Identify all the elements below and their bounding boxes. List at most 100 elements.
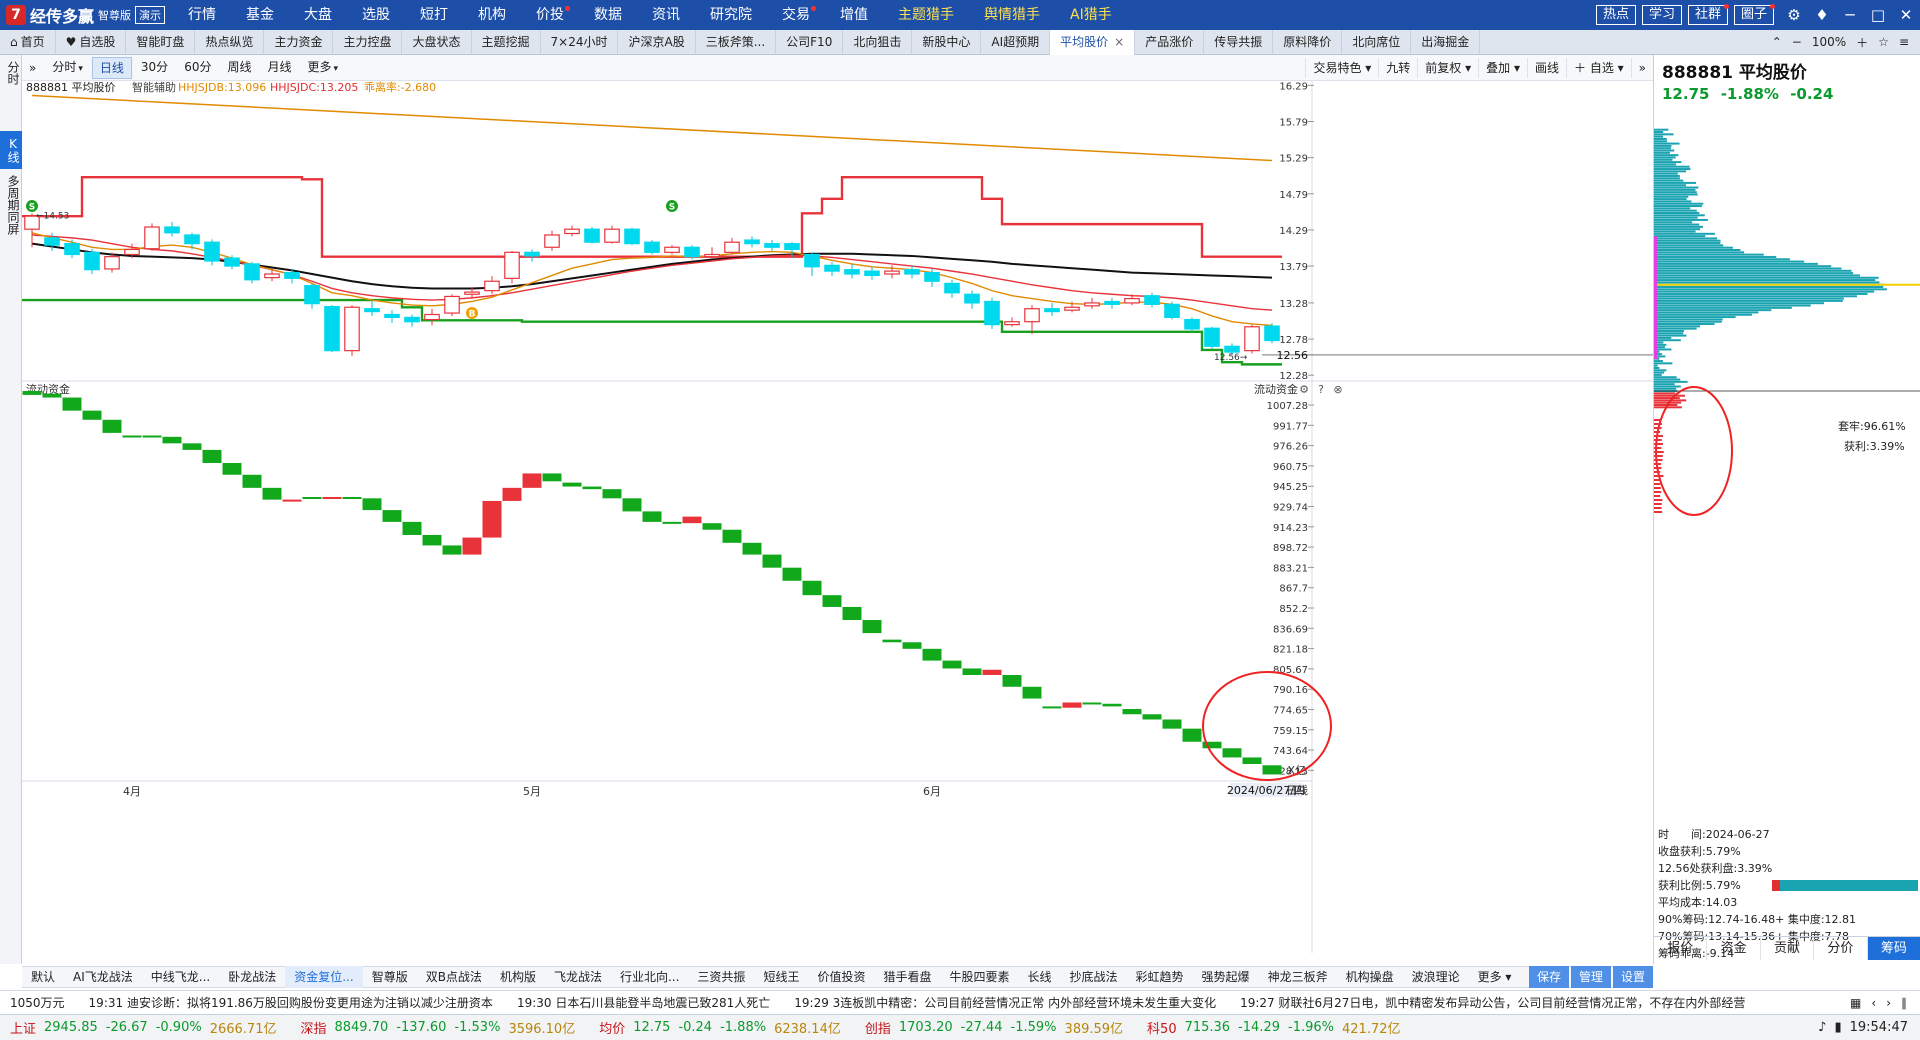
strategy-tab[interactable]: 中线飞龙... bbox=[142, 966, 219, 988]
chart-tool-button[interactable]: 九转 bbox=[1378, 57, 1417, 78]
period-tab[interactable]: 更多 ▾ bbox=[301, 57, 346, 79]
index-quote[interactable]: 创指 1703.20 -27.44 -1.59% 389.59亿 bbox=[855, 1018, 1137, 1037]
period-tab[interactable]: 60分 bbox=[177, 57, 218, 79]
strategy-tab[interactable]: 三资共振 bbox=[688, 966, 754, 988]
sub-help-icon[interactable]: ? bbox=[1318, 383, 1324, 396]
page-tab[interactable]: 北向席位 bbox=[1342, 29, 1412, 55]
strategy-tab[interactable]: 机构操盘 bbox=[1337, 966, 1403, 988]
top-pill-button[interactable]: 热点 bbox=[1595, 5, 1636, 25]
page-tab[interactable]: 智能盯盘 bbox=[126, 29, 196, 55]
collapse-chevron-icon[interactable]: » bbox=[22, 58, 43, 78]
strategy-tab[interactable]: 智尊版 bbox=[363, 966, 417, 988]
page-tab[interactable]: ⌂ 首页 bbox=[0, 29, 56, 55]
close-tab-icon[interactable]: × bbox=[1114, 35, 1124, 49]
index-quote[interactable]: 上证 2945.85 -26.67 -0.90% 2666.71亿 bbox=[0, 1018, 290, 1037]
menu-item[interactable]: 交易 bbox=[767, 0, 825, 30]
vertical-tab[interactable]: K线 bbox=[0, 131, 22, 169]
page-tab[interactable]: 产品涨价 bbox=[1135, 29, 1205, 55]
strategy-tab[interactable]: 抄底战法 bbox=[1061, 966, 1127, 988]
chart-tool-button[interactable]: ＋ 自选 ▾ bbox=[1566, 57, 1631, 78]
period-tab[interactable]: 日线 bbox=[91, 56, 132, 79]
menu-item[interactable]: 研究院 bbox=[695, 0, 767, 30]
strategy-tab[interactable]: 飞龙战法 bbox=[545, 966, 611, 988]
menu-item[interactable]: 主题猎手 bbox=[883, 0, 969, 30]
menu-item[interactable]: 选股 bbox=[347, 0, 405, 30]
strategy-tab[interactable]: 默认 bbox=[22, 966, 64, 988]
strategy-tab[interactable]: 牛股四要素 bbox=[940, 966, 1018, 988]
menu-item[interactable]: 机构 bbox=[463, 0, 521, 30]
expand-chevron-icon[interactable]: » bbox=[1630, 57, 1653, 78]
strategy-tab[interactable]: 卧龙战法 bbox=[219, 966, 285, 988]
top-pill-button[interactable]: 学习 bbox=[1641, 5, 1682, 25]
news-item[interactable]: 19:31 迪安诊断：拟将191.86万股回购股份变更用途为注销以减少注册资本 bbox=[79, 994, 507, 1011]
page-tab[interactable]: 热点纵览 bbox=[195, 29, 265, 55]
close-icon[interactable]: ✕ bbox=[1892, 6, 1920, 24]
vertical-tab[interactable]: 分时 bbox=[0, 55, 22, 91]
panel-tab[interactable]: 分价 bbox=[1814, 937, 1868, 960]
top-pill-button[interactable]: 圈子 bbox=[1733, 4, 1775, 25]
strategy-tab[interactable]: 价值投资 bbox=[808, 966, 874, 988]
strategy-tab[interactable]: 神龙三板斧 bbox=[1259, 966, 1337, 988]
strategy-tab[interactable]: 猎手看盘 bbox=[874, 966, 940, 988]
period-tab[interactable]: 月线 bbox=[260, 57, 298, 79]
menu-item[interactable]: 大盘 bbox=[289, 0, 347, 30]
strategy-action-button[interactable]: 保存 bbox=[1528, 966, 1569, 988]
menu-item[interactable]: 短打 bbox=[405, 0, 463, 30]
strategy-tab[interactable]: 长线 bbox=[1019, 966, 1061, 988]
menu-item[interactable]: 舆情猎手 bbox=[969, 0, 1055, 30]
strategy-action-button[interactable]: 设置 bbox=[1612, 966, 1653, 988]
panel-tab[interactable]: 筹码 bbox=[1867, 937, 1920, 960]
menu-item[interactable]: AI猎手 bbox=[1055, 0, 1127, 30]
page-tab[interactable]: 7×24小时 bbox=[541, 29, 619, 55]
page-tab[interactable]: 北向狙击 bbox=[843, 29, 913, 55]
period-tab[interactable]: 分时 ▾ bbox=[45, 57, 90, 79]
strategy-tab[interactable]: AI飞龙战法 bbox=[64, 966, 142, 988]
panel-tab[interactable]: 资金 bbox=[1707, 937, 1761, 960]
menu-item[interactable]: 增值 bbox=[825, 0, 883, 30]
menu-item[interactable]: 数据 bbox=[579, 0, 637, 30]
strategy-tab[interactable]: 强势起爆 bbox=[1193, 966, 1259, 988]
chart-tool-button[interactable]: 交易特色 ▾ bbox=[1305, 57, 1378, 78]
page-tab[interactable]: 主力控盘 bbox=[333, 29, 403, 55]
menu-item[interactable]: 行情 bbox=[173, 0, 231, 30]
strategy-tab[interactable]: 行业北向... bbox=[611, 966, 688, 988]
news-item[interactable]: 1050万元 bbox=[0, 994, 79, 1011]
chart-tool-button[interactable]: 叠加 ▾ bbox=[1478, 57, 1527, 78]
page-tab[interactable]: 传导共振 bbox=[1204, 29, 1274, 55]
strategy-tab[interactable]: 资金复位... bbox=[285, 966, 363, 988]
menu-item[interactable]: 资讯 bbox=[637, 0, 695, 30]
page-tab[interactable]: 沪深京A股 bbox=[618, 29, 696, 55]
page-tab[interactable]: 新股中心 bbox=[912, 29, 982, 55]
vertical-tab[interactable]: 多周期同屏 bbox=[0, 169, 22, 241]
minimize-icon[interactable]: ─ bbox=[1836, 6, 1864, 24]
chevron-left-icon[interactable]: ‹ bbox=[1871, 996, 1876, 1010]
strategy-action-button[interactable]: 管理 bbox=[1570, 966, 1611, 988]
page-tab[interactable]: 主题挖掘 bbox=[472, 29, 541, 55]
menu-item[interactable]: 价投 bbox=[521, 0, 579, 30]
news-item[interactable]: 19:30 日本石川县能登半岛地震已致281人死亡 bbox=[507, 994, 784, 1011]
settings-icon[interactable]: ⚙ bbox=[1780, 6, 1808, 24]
page-tab[interactable]: 三板斧策... bbox=[696, 29, 777, 55]
period-tab[interactable]: 周线 bbox=[220, 57, 258, 79]
page-tab[interactable]: 公司F10 bbox=[776, 29, 844, 55]
page-tab[interactable]: 原料降价 bbox=[1273, 29, 1343, 55]
page-tab[interactable]: 出海掘金 bbox=[1411, 29, 1481, 55]
page-tab[interactable]: ♥ 自选股 bbox=[56, 29, 127, 55]
panel-tab[interactable]: 贡献 bbox=[1761, 937, 1815, 960]
strategy-tab[interactable]: 双B点战法 bbox=[417, 966, 491, 988]
strategy-tab[interactable]: 机构版 bbox=[491, 966, 545, 988]
chevron-right-icon[interactable]: › bbox=[1886, 996, 1891, 1010]
chart-tool-button[interactable]: 前复权 ▾ bbox=[1417, 57, 1478, 78]
index-quote[interactable]: 科50 715.36 -14.29 -1.96% 421.72亿 bbox=[1137, 1018, 1414, 1037]
grid-icon[interactable]: ▦ bbox=[1850, 996, 1861, 1010]
star-icon[interactable]: ☆ bbox=[1878, 35, 1889, 49]
plus-icon[interactable]: ＋ bbox=[1856, 34, 1868, 51]
period-tab[interactable]: 30分 bbox=[134, 57, 175, 79]
strategy-tab[interactable]: 彩虹趋势 bbox=[1127, 966, 1193, 988]
strategy-tab[interactable]: 波浪理论 bbox=[1403, 966, 1469, 988]
index-quote[interactable]: 深指 8849.70 -137.60 -1.53% 3596.10亿 bbox=[290, 1018, 589, 1037]
bell-icon[interactable]: ♪ bbox=[1818, 1020, 1826, 1035]
pause-icon[interactable]: ∥ bbox=[1901, 996, 1907, 1010]
news-item[interactable]: 19:27 财联社6月27日电，凯中精密发布异动公告，公司目前经营情况正常，不存… bbox=[1230, 994, 1759, 1011]
news-item[interactable]: 19:29 3连板凯中精密：公司目前经营情况正常 内外部经营环境未发生重大变化 bbox=[784, 994, 1230, 1011]
